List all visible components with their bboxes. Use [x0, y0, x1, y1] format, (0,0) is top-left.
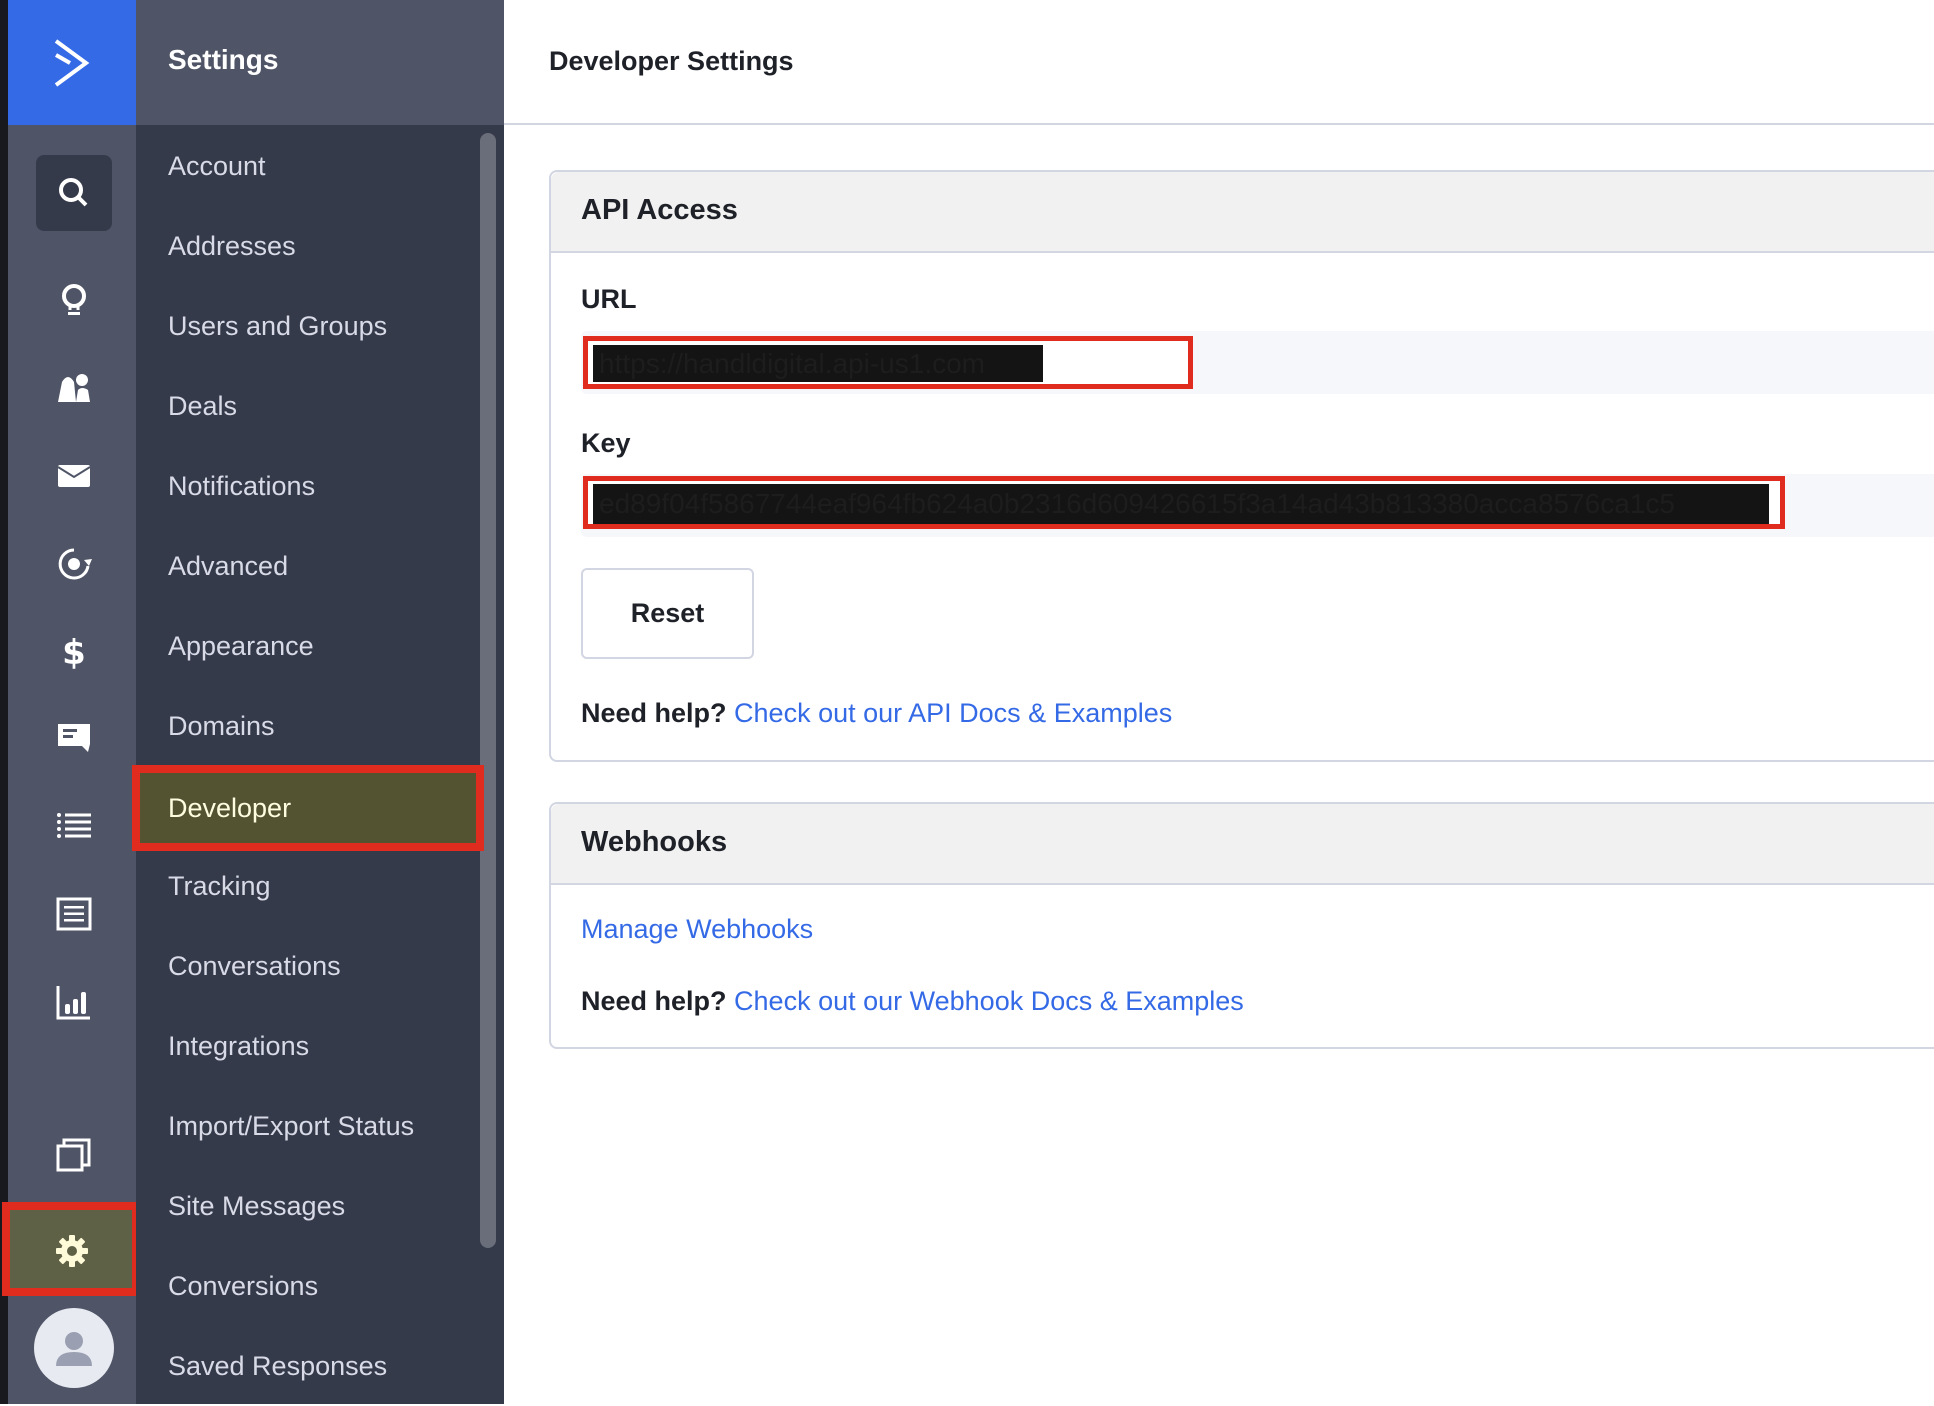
webhooks-title: Webhooks: [581, 826, 728, 858]
search-icon: [59, 178, 88, 207]
api-access-card: API Access URL https://handldigital.api-…: [549, 170, 1934, 762]
activecampaign-chevron-icon: [54, 38, 90, 87]
api-help-prefix: Need help?: [581, 698, 727, 728]
nav-header: Settings: [136, 0, 504, 125]
webhook-help-prefix: Need help?: [581, 986, 727, 1016]
rail-campaigns[interactable]: [36, 262, 112, 338]
nav-item-deals[interactable]: Deals: [136, 366, 476, 446]
logo[interactable]: [8, 0, 136, 125]
page-title: Developer Settings: [549, 46, 794, 76]
rail-automations[interactable]: [36, 526, 112, 602]
avatar[interactable]: [34, 1308, 114, 1388]
rail-forms[interactable]: [36, 876, 112, 952]
rail-reports[interactable]: [36, 964, 112, 1040]
webhooks-card: Webhooks Manage Webhooks Need help? Chec…: [549, 802, 1934, 1049]
nav-item-addresses[interactable]: Addresses: [136, 206, 476, 286]
reports-icon: [56, 986, 90, 1020]
nav-title: Settings: [168, 44, 279, 75]
nav-item-developer[interactable]: Developer: [136, 770, 476, 846]
nav-item-notifications[interactable]: Notifications: [136, 446, 476, 526]
nav-item-advanced[interactable]: Advanced: [136, 526, 476, 606]
rail-conversations[interactable]: [36, 700, 112, 776]
envelope-icon: [57, 465, 91, 487]
conversations-icon: [58, 724, 90, 752]
main-header: Developer Settings: [504, 0, 1934, 125]
api-access-header: API Access: [551, 172, 1934, 253]
dollar-icon: $: [62, 633, 86, 671]
url-value[interactable]: https://handldigital.api-us1.com: [593, 345, 1043, 382]
settings-nav: Settings Account Addresses Users and Gro…: [136, 0, 504, 1404]
windows-icon: [56, 1138, 91, 1172]
automation-icon: [58, 548, 92, 580]
avatar-icon: [56, 1332, 92, 1366]
lists-icon: [57, 813, 91, 838]
rail-apps[interactable]: [36, 1116, 112, 1192]
url-label: URL: [581, 284, 637, 314]
gear-icon: [56, 1235, 88, 1267]
api-docs-link[interactable]: Check out our API Docs & Examples: [734, 698, 1172, 728]
nav-item-import-export-status[interactable]: Import/Export Status: [136, 1086, 476, 1166]
api-access-title: API Access: [581, 194, 738, 226]
rail-lists[interactable]: [36, 788, 112, 864]
icon-rail: $: [8, 0, 136, 1404]
nav-item-tracking[interactable]: Tracking: [136, 846, 476, 926]
window-edge: [0, 0, 8, 1404]
rail-search[interactable]: [36, 155, 112, 231]
rail-contacts[interactable]: [36, 350, 112, 426]
api-help-text: Need help? Check out our API Docs & Exam…: [581, 698, 1172, 729]
nav-item-integrations[interactable]: Integrations: [136, 1006, 476, 1086]
rail-deals[interactable]: $: [36, 613, 112, 689]
forms-icon: [56, 897, 92, 931]
nav-item-site-messages[interactable]: Site Messages: [136, 1166, 476, 1246]
key-label: Key: [581, 428, 631, 458]
nav-item-conversions[interactable]: Conversions: [136, 1246, 476, 1326]
contacts-icon: [58, 374, 90, 402]
webhook-help-text: Need help? Check out our Webhook Docs & …: [581, 986, 1244, 1017]
rail-settings[interactable]: [8, 1208, 136, 1294]
key-value[interactable]: ed89f04f5867744eaf964fb624a0b2316d609426…: [593, 484, 1769, 524]
nav-scrollbar[interactable]: [480, 133, 496, 1248]
webhooks-header: Webhooks: [551, 804, 1934, 885]
webhook-docs-link[interactable]: Check out our Webhook Docs & Examples: [734, 986, 1244, 1016]
key-field[interactable]: ed89f04f5867744eaf964fb624a0b2316d609426…: [581, 474, 1934, 537]
manage-webhooks-row: Manage Webhooks: [581, 914, 813, 945]
svg-text:$: $: [62, 633, 86, 671]
nav-item-account[interactable]: Account: [136, 126, 476, 206]
lightbulb-icon: [62, 284, 86, 315]
rail-email[interactable]: [36, 438, 112, 514]
nav-item-users-and-groups[interactable]: Users and Groups: [136, 286, 476, 366]
url-field[interactable]: https://handldigital.api-us1.com: [581, 331, 1934, 394]
manage-webhooks-link[interactable]: Manage Webhooks: [581, 914, 813, 944]
reset-button[interactable]: Reset: [581, 568, 754, 659]
nav-item-conversations[interactable]: Conversations: [136, 926, 476, 1006]
nav-item-saved-responses[interactable]: Saved Responses: [136, 1326, 476, 1406]
nav-item-domains[interactable]: Domains: [136, 686, 476, 766]
nav-item-appearance[interactable]: Appearance: [136, 606, 476, 686]
